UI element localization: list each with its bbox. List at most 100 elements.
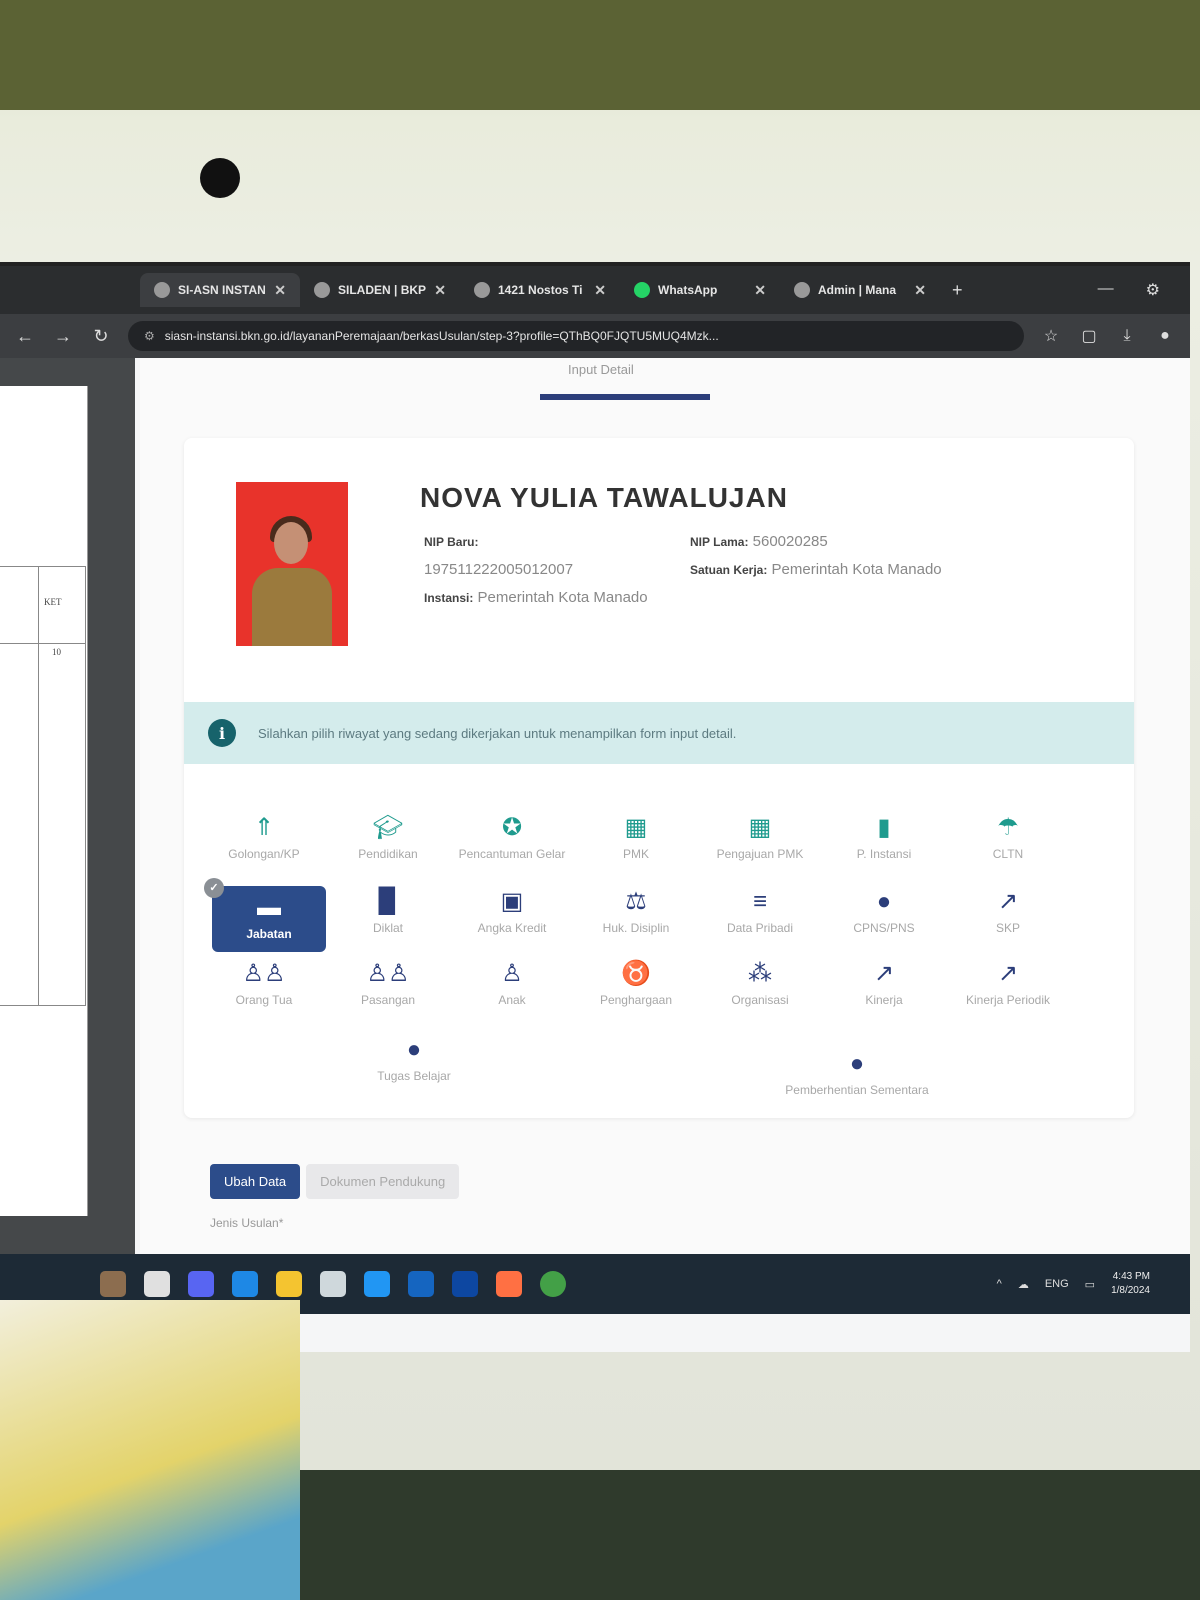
menu-item-pencantuman-gelar[interactable]: ✪ Pencantuman Gelar: [450, 814, 574, 862]
user-minus-icon: ●: [849, 1050, 865, 1077]
menu-item-label: P. Instansi: [856, 847, 912, 861]
browser-tab[interactable]: WhatsApp ✕: [620, 273, 780, 307]
satuan-kerja-value: Pemerintah Kota Manado: [771, 561, 942, 578]
cloud-icon[interactable]: ☁: [1018, 1278, 1029, 1291]
menu-item-pmk[interactable]: ▦ PMK: [574, 814, 698, 862]
tab-label: 1421 Nostos Ti: [498, 283, 583, 297]
menu-item-kinerja-periodik[interactable]: ↗ Kinerja Periodik: [946, 960, 1070, 1008]
profile-photo: [236, 482, 348, 646]
clock-date: 1/8/2024: [1111, 1285, 1150, 1296]
menu-item-label: CLTN: [992, 847, 1024, 861]
menu-item-diklat[interactable]: ▉ Diklat: [326, 888, 450, 936]
new-tab-icon[interactable]: +: [952, 280, 963, 301]
menu-item-anak[interactable]: ♙ Anak: [450, 960, 574, 1008]
menu-item-label: PMK: [622, 847, 649, 861]
menu-item-cltn[interactable]: ☂ CLTN: [946, 814, 1070, 862]
profile-icon[interactable]: ●: [1154, 327, 1176, 345]
browser-tab[interactable]: 1421 Nostos Ti ✕: [460, 273, 620, 307]
site-info-icon[interactable]: ⚙: [144, 329, 155, 343]
settings-icon[interactable]: ⚙: [1146, 280, 1160, 300]
menu-item-label: Jabatan: [246, 927, 292, 941]
step-active-indicator: [540, 394, 710, 400]
menu-item-tugas-belajar[interactable]: ● Tugas Belajar: [352, 1036, 476, 1084]
tab-favicon-icon: [474, 282, 490, 298]
menu-item-jabatan[interactable]: ✓ ▬ Jabatan: [204, 878, 326, 952]
employee-name: NOVA YULIA TAWALUJAN: [420, 482, 788, 513]
menu-item-kinerja[interactable]: ↗ Kinerja: [822, 960, 946, 1008]
close-tab-icon[interactable]: ✕: [914, 282, 926, 299]
tab-dokumen-pendukung[interactable]: Dokumen Pendukung: [306, 1164, 460, 1199]
menu-item-angka-kredit[interactable]: ▣ Angka Kredit: [450, 888, 574, 936]
chart-line-icon: ↗: [997, 888, 1019, 915]
tab-label: Admin | Mana: [818, 283, 897, 297]
instansi-value: Pemerintah Kota Manado: [477, 589, 648, 606]
whatsapp-icon: [634, 282, 650, 298]
menu-item-orang-tua[interactable]: ♙♙ Orang Tua: [202, 960, 326, 1008]
menu-item-skp[interactable]: ↗ SKP: [946, 888, 1070, 936]
app-icon[interactable]: [320, 1271, 346, 1297]
monitor-screen: SI-ASN INSTAN ✕ SILADEN | BKP ✕ 1421 Nos…: [0, 262, 1190, 1352]
extensions-icon[interactable]: ▢: [1078, 326, 1100, 346]
menu-item-pasangan[interactable]: ♙♙ Pasangan: [326, 960, 450, 1008]
widgets-icon[interactable]: [100, 1271, 126, 1297]
chat-icon[interactable]: [188, 1271, 214, 1297]
clock[interactable]: 4:43 PM 1/8/2024: [1111, 1270, 1150, 1298]
word-icon[interactable]: [408, 1271, 434, 1297]
menu-item-label: Pencantuman Gelar: [458, 847, 566, 861]
menu-item-label: Pasangan: [360, 993, 416, 1007]
browser-tab[interactable]: SILADEN | BKP ✕: [300, 273, 460, 307]
chart-line-icon: ↗: [997, 960, 1019, 987]
minimize-icon[interactable]: —: [1098, 280, 1114, 300]
system-tray: ^ ☁ ENG ▭ 4:43 PM 1/8/2024: [997, 1270, 1190, 1298]
forward-icon[interactable]: →: [52, 326, 74, 347]
menu-item-pengajuan-pmk[interactable]: ▦ Pengajuan PMK: [698, 814, 822, 862]
tab-ubah-data[interactable]: Ubah Data: [210, 1164, 301, 1199]
info-alert: i Silahkan pilih riwayat yang sedang dik…: [184, 702, 1134, 764]
award-icon: ✪: [501, 814, 523, 841]
book-icon: ▉: [378, 888, 398, 915]
menu-item-organisasi[interactable]: ⁂ Organisasi: [698, 960, 822, 1008]
edge-icon[interactable]: [232, 1271, 258, 1297]
form-tabs: Ubah Data Dokumen Pendukung: [210, 1164, 460, 1199]
search-icon[interactable]: [144, 1271, 170, 1297]
selected-check-icon: ✓: [204, 878, 224, 898]
back-icon[interactable]: ←: [14, 326, 36, 347]
language-indicator[interactable]: ENG: [1045, 1278, 1069, 1290]
menu-item-pemberhentian-sementara[interactable]: ● Pemberhentian Sementara: [762, 1050, 952, 1098]
close-tab-icon[interactable]: ✕: [274, 282, 286, 299]
close-tab-icon[interactable]: ✕: [754, 282, 766, 299]
vscode-icon[interactable]: [452, 1271, 478, 1297]
browser-tab[interactable]: Admin | Mana ✕: [780, 273, 940, 307]
nip-baru-label: NIP Baru:: [424, 535, 479, 549]
close-tab-icon[interactable]: ✕: [434, 282, 446, 299]
calendar-icon: ▦: [624, 814, 648, 841]
step-label-current: Input Detail: [568, 362, 634, 377]
firefox-icon[interactable]: [496, 1271, 522, 1297]
menu-item-pendidikan[interactable]: 🎓︎ Pendidikan: [326, 814, 450, 862]
database-icon: ≡: [752, 888, 767, 915]
menu-item-penghargaan[interactable]: ♉ Penghargaan: [574, 960, 698, 1008]
browser-tab[interactable]: SI-ASN INSTAN ✕: [140, 273, 300, 307]
family-icon: ♙♙: [242, 960, 286, 987]
file-explorer-icon[interactable]: [276, 1271, 302, 1297]
reload-icon[interactable]: ↻: [90, 326, 112, 347]
menu-item-huk-disiplin[interactable]: ⚖ Huk. Disiplin: [574, 888, 698, 936]
menu-item-data-pribadi[interactable]: ≡ Data Pribadi: [698, 888, 822, 936]
chrome-icon[interactable]: [540, 1271, 566, 1297]
browser-tab-bar: SI-ASN INSTAN ✕ SILADEN | BKP ✕ 1421 Nos…: [0, 266, 1190, 314]
download-icon[interactable]: ⤓: [1116, 327, 1138, 345]
menu-item-golongan[interactable]: ⇑ Golongan/KP: [202, 814, 326, 862]
beach-umbrella-icon: ☂: [997, 814, 1019, 841]
menu-item-cpns-pns[interactable]: ● CPNS/PNS: [822, 888, 946, 936]
close-tab-icon[interactable]: ✕: [594, 282, 606, 299]
chevron-up-icon[interactable]: ^: [997, 1278, 1002, 1290]
menu-item-p-instansi[interactable]: ▮ P. Instansi: [822, 814, 946, 862]
menu-item-label: Penghargaan: [599, 993, 673, 1007]
mail-icon[interactable]: [364, 1271, 390, 1297]
address-bar[interactable]: ⚙ siasn-instansi.bkn.go.id/layananPerema…: [128, 321, 1024, 351]
tab-label: SILADEN | BKP: [338, 283, 427, 297]
window-controls: — ⚙: [1098, 280, 1190, 300]
network-icon[interactable]: ▭: [1085, 1278, 1095, 1291]
menu-item-label: Anak: [498, 993, 526, 1007]
bookmark-star-icon[interactable]: ☆: [1040, 326, 1062, 346]
